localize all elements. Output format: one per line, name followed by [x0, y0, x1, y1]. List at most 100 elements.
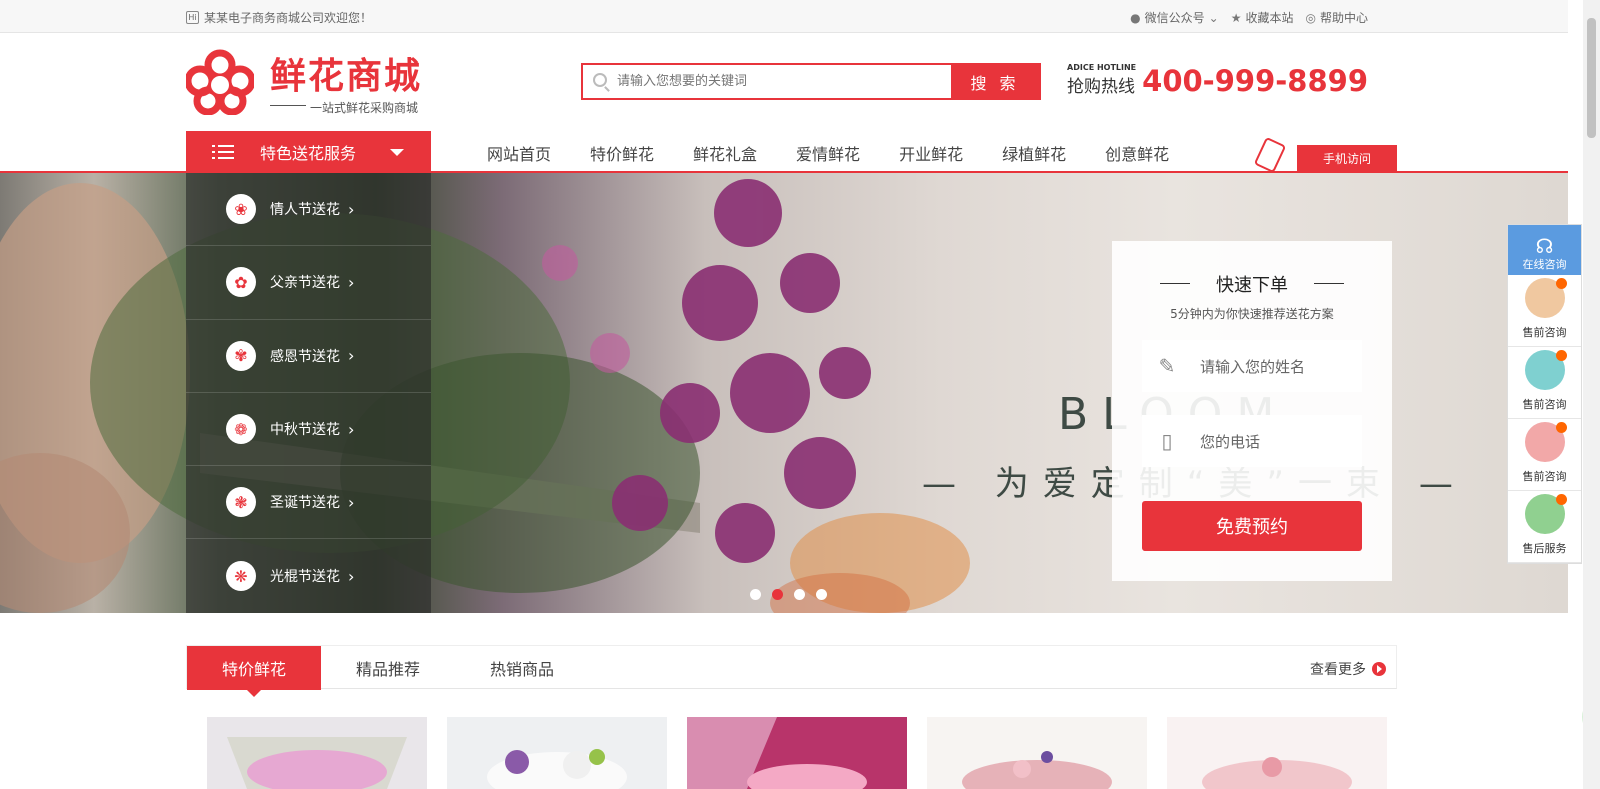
name-field[interactable]: ✎ 请输入您的姓名	[1142, 340, 1362, 392]
hotline-en: ADICE HOTLINE	[1067, 63, 1137, 72]
product-image[interactable]	[1167, 717, 1387, 789]
nav-green-plants[interactable]: 绿植鲜花	[1002, 141, 1066, 165]
category-item-label: 光棍节送花	[270, 569, 340, 586]
search-button[interactable]: 搜 索	[951, 65, 1039, 98]
category-item-label: 父亲节送花	[270, 275, 340, 292]
notification-dot	[1555, 278, 1567, 289]
headset-icon: ☊	[1535, 234, 1554, 258]
avatar	[1524, 350, 1567, 390]
chevron-right-icon: ›	[348, 199, 355, 219]
wechat-link[interactable]: ● 微信公众号 ⌄	[1130, 9, 1219, 26]
nav-gift-box[interactable]: 鲜花礼盒	[693, 141, 757, 165]
category-label: 特色送花服务	[260, 144, 357, 163]
edit-icon: ✎	[1158, 354, 1176, 378]
category-item-label: 感恩节送花	[270, 348, 340, 365]
notification-dot	[1555, 494, 1567, 505]
online-consult-label: 在线咨询	[1522, 258, 1567, 271]
carousel-dot-active[interactable]	[772, 589, 783, 600]
carousel-dots	[750, 589, 827, 600]
service-item-label: 售前咨询	[1522, 398, 1567, 411]
search-bar: 搜 索	[581, 63, 1041, 100]
nav-opening-flowers[interactable]: 开业鲜花	[899, 141, 963, 165]
lotus-icon: ❁	[226, 414, 256, 445]
logo-flower-icon	[186, 49, 254, 115]
category-dropdown[interactable]: 特色送花服务	[186, 131, 431, 173]
service-item-label: 售前咨询	[1522, 326, 1567, 339]
scrollbar-thumb[interactable]	[1587, 18, 1596, 138]
scrollbar[interactable]	[1583, 0, 1600, 789]
category-item-label: 圣诞节送花	[270, 495, 340, 512]
nav-bar: 特色送花服务 网站首页 特价鲜花 鲜花礼盒 爱情鲜花 开业鲜花 绿植鲜花 创意鲜…	[0, 131, 1568, 173]
category-item-thanksgiving[interactable]: ✾ 感恩节送花 ›	[186, 320, 431, 393]
blossom-icon: ✾	[226, 340, 256, 371]
category-item-label: 中秋节送花	[270, 422, 340, 439]
carousel-dot[interactable]	[816, 589, 827, 600]
chevron-right-icon: ›	[348, 419, 355, 439]
logo-subtitle: 一站式鲜花采购商城	[310, 101, 419, 115]
service-item[interactable]: 售后服务	[1508, 491, 1581, 563]
service-item-label: 售后服务	[1522, 542, 1567, 555]
search-field	[583, 65, 951, 98]
product-image[interactable]	[687, 717, 907, 789]
hotline-number: 400-999-8899	[1142, 64, 1368, 98]
service-item[interactable]: 售前咨询	[1508, 419, 1581, 491]
name-placeholder: 请输入您的姓名	[1200, 357, 1306, 376]
tab-hot-sales[interactable]: 热销商品	[455, 646, 589, 690]
logo[interactable]: 鲜花商城 一站式鲜花采购商城	[186, 47, 426, 117]
category-item-mid-autumn[interactable]: ❁ 中秋节送花 ›	[186, 393, 431, 467]
nav-home[interactable]: 网站首页	[487, 141, 551, 165]
wechat-icon: ●	[1130, 10, 1141, 25]
quick-order-subtitle: 5分钟内为你快速推荐送花方案	[1170, 307, 1334, 321]
logo-title: 鲜花商城	[270, 56, 423, 97]
help-icon: ◎	[1305, 10, 1316, 25]
rose-icon: ❀	[226, 194, 256, 225]
hotline: ADICE HOTLINE 抢购热线 400-999-8899	[1067, 63, 1368, 97]
hotline-cn: 抢购热线	[1067, 77, 1136, 97]
nav-love-flowers[interactable]: 爱情鲜花	[796, 141, 860, 165]
product-image[interactable]	[447, 717, 667, 789]
service-item[interactable]: 售前咨询	[1508, 347, 1581, 419]
header: 鲜花商城 一站式鲜花采购商城 搜 索 ADICE HOTLINE 抢购热线 40…	[0, 33, 1568, 131]
play-circle-icon	[1372, 662, 1386, 676]
category-item-singles-day[interactable]: ❋ 光棍节送花 ›	[186, 539, 431, 612]
chevron-right-icon: ›	[348, 272, 355, 292]
list-icon	[212, 144, 234, 160]
service-item[interactable]: 售前咨询	[1508, 275, 1581, 347]
search-input[interactable]	[583, 65, 951, 98]
hotline-labels: ADICE HOTLINE 抢购热线	[1067, 63, 1136, 97]
category-item-fathers-day[interactable]: ✿ 父亲节送花 ›	[186, 246, 431, 320]
phone-placeholder: 您的电话	[1200, 432, 1261, 451]
carousel-dot[interactable]	[794, 589, 805, 600]
phone-field[interactable]: ▯ 您的电话	[1142, 415, 1362, 467]
rosebud-icon: ❃	[226, 487, 256, 518]
product-image[interactable]	[927, 717, 1147, 789]
quick-order-panel: 快速下单 5分钟内为你快速推荐送花方案 ✎ 请输入您的姓名 ▯ 您的电话 免费预…	[1112, 241, 1392, 581]
free-booking-button[interactable]: 免费预约	[1142, 501, 1362, 551]
triangle-down-icon	[390, 148, 405, 156]
help-link[interactable]: ◎ 帮助中心	[1306, 9, 1369, 26]
carousel-dot[interactable]	[750, 589, 761, 600]
view-more-link[interactable]: 查看更多	[1310, 659, 1386, 679]
logo-divider	[270, 105, 306, 106]
bookmark-link[interactable]: ★ 收藏本站	[1231, 9, 1294, 26]
mobile-access-button[interactable]: 手机访问	[1297, 145, 1397, 171]
category-item-valentine[interactable]: ❀ 情人节送花 ›	[186, 173, 431, 247]
nav-special-flowers[interactable]: 特价鲜花	[590, 141, 654, 165]
nav-creative-flowers[interactable]: 创意鲜花	[1105, 141, 1169, 165]
category-item-christmas[interactable]: ❃ 圣诞节送花 ›	[186, 466, 431, 540]
tab-recommended[interactable]: 精品推荐	[321, 646, 455, 690]
tab-special-flowers[interactable]: 特价鲜花	[187, 646, 321, 697]
search-icon	[593, 73, 607, 87]
star-icon: ★	[1230, 10, 1242, 25]
chevron-right-icon: ›	[348, 346, 355, 366]
online-consult[interactable]: ☊ 在线咨询	[1508, 225, 1581, 275]
peony-icon: ❋	[226, 561, 256, 592]
top-bar: Hi 某某电子商务商城公司欢迎您！ ● 微信公众号 ⌄ ★ 收藏本站 ◎ 帮助中心	[0, 0, 1568, 33]
category-item-label: 情人节送花	[270, 202, 340, 219]
wechat-label: 微信公众号	[1144, 11, 1205, 25]
mobile-phone-icon	[1255, 138, 1285, 172]
bookmark-label: 收藏本站	[1245, 11, 1294, 25]
flower-icon: ✿	[226, 267, 256, 298]
service-item-label: 售前咨询	[1522, 470, 1567, 483]
product-image[interactable]	[207, 717, 427, 789]
